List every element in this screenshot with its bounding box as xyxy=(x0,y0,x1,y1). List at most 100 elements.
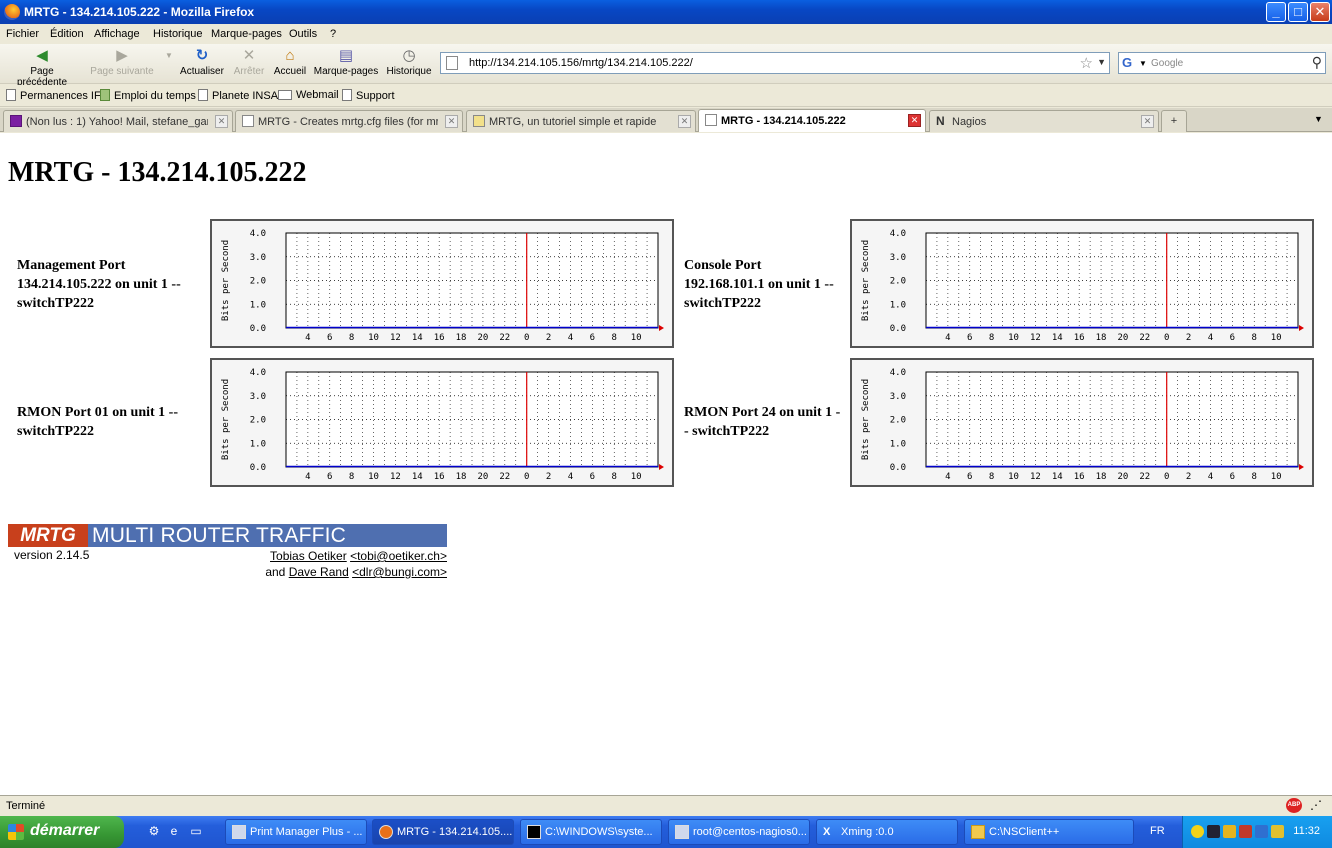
email-link-rand[interactable]: <dlr@bungi.com> xyxy=(352,565,447,579)
page-icon xyxy=(705,114,717,126)
status-text: Terminé xyxy=(6,800,46,812)
search-input[interactable]: Google xyxy=(1151,58,1183,69)
back-button[interactable]: ◀ Page précédente xyxy=(4,48,80,89)
graph-management[interactable]: 4.0 3.0 2.0 1.0 0.0 Bits per Second 4 6 8 10 12 14 1… xyxy=(210,219,674,348)
yahoo-icon xyxy=(10,115,22,127)
adblock-icon[interactable]: ABP xyxy=(1286,798,1302,813)
tab-yahoo-mail[interactable]: (Non lus : 1) Yahoo! Mail, stefane_garlu… xyxy=(3,110,233,132)
task-nsclient-folder[interactable]: C:\NSClient++ xyxy=(964,819,1134,845)
x-tick-label: 16 xyxy=(434,333,445,343)
close-tab-icon[interactable]: ✕ xyxy=(908,114,921,127)
task-xming[interactable]: X Xming :0.0 xyxy=(816,819,958,845)
menu-fichier[interactable]: Fichier xyxy=(6,28,39,40)
tray-network-icon[interactable] xyxy=(1255,825,1268,838)
history-button[interactable]: ◷ Historique xyxy=(384,48,434,78)
graph-rmon-24[interactable]: 4.0 3.0 2.0 1.0 0.0 Bits per Second 4 6 8 10 12 14 1… xyxy=(850,358,1314,487)
menu-historique[interactable]: Historique xyxy=(153,28,203,40)
tray-antivirus-icon[interactable] xyxy=(1191,825,1204,838)
x-tick-label: 6 xyxy=(590,333,595,343)
tray-security-icon[interactable] xyxy=(1271,825,1284,838)
mrtg-graph-svg: 4.0 3.0 2.0 1.0 0.0 Bits per Second 4 6 8 10 12 14 1… xyxy=(861,229,1304,343)
bookmark-star-icon[interactable]: ☆ xyxy=(1080,54,1093,72)
new-tab-button[interactable]: + xyxy=(1161,110,1187,132)
minimize-button[interactable]: _ xyxy=(1266,2,1286,22)
x-tick-label: 16 xyxy=(1074,333,1085,343)
tab-mrtg-creates[interactable]: MRTG - Creates mrtg.cfg files (for mrtg.… xyxy=(235,110,463,132)
close-tab-icon[interactable]: ✕ xyxy=(445,115,458,128)
task-putty[interactable]: root@centos-nagios0... xyxy=(668,819,810,845)
folder-icon xyxy=(971,825,985,839)
home-button[interactable]: ⌂ Accueil xyxy=(272,48,308,78)
email-link-oetiker[interactable]: <tobi@oetiker.ch> xyxy=(350,549,447,563)
start-button[interactable]: démarrer xyxy=(0,816,124,848)
window-titlebar: MRTG - 134.214.105.222 - Mozilla Firefox… xyxy=(0,0,1332,24)
quicklaunch-desktop-icon[interactable]: ▭ xyxy=(188,824,204,840)
x-tick-label: 8 xyxy=(612,333,617,343)
x-tick-label: 10 xyxy=(1008,333,1019,343)
close-tab-icon[interactable]: ✕ xyxy=(678,115,691,128)
mail-icon xyxy=(278,90,292,100)
tab-list-dropdown-icon[interactable]: ▼ xyxy=(1314,114,1323,124)
tray-app-icon[interactable] xyxy=(1239,825,1252,838)
x-tick-label: 18 xyxy=(456,472,467,482)
x-tick-label: 4 xyxy=(1208,472,1213,482)
bookmarks-icon: ▤ xyxy=(338,47,354,64)
y-tick-label: 2.0 xyxy=(250,277,266,287)
tab-mrtg-tutoriel[interactable]: MRTG, un tutoriel simple et rapide ✕ xyxy=(466,110,696,132)
y-tick-label: 1.0 xyxy=(250,300,266,310)
url-dropdown-icon[interactable]: ▼ xyxy=(1097,57,1106,67)
stop-button[interactable]: ✕ Arrêter xyxy=(230,48,268,78)
x-tick-label: 6 xyxy=(590,472,595,482)
mrtg-banner[interactable]: MRTG MULTI ROUTER TRAFFIC GRAPHER xyxy=(8,524,447,570)
quicklaunch-ie-icon[interactable]: e xyxy=(166,824,182,840)
graph-rmon-01[interactable]: 4.0 3.0 2.0 1.0 0.0 Bits per Second 4 6 8 10 12 14 1… xyxy=(210,358,674,487)
x-tick-label: 8 xyxy=(1252,333,1257,343)
search-icon[interactable]: ⚲ xyxy=(1312,54,1322,71)
task-firefox-mrtg[interactable]: MRTG - 134.214.105.... xyxy=(372,819,514,845)
x-tick-label: 8 xyxy=(349,333,354,343)
bookmark-permanences[interactable]: Permanences IF xyxy=(6,89,101,102)
maximize-button[interactable]: □ xyxy=(1288,2,1308,22)
bookmark-support[interactable]: Support xyxy=(342,89,395,102)
y-tick-label: 3.0 xyxy=(250,392,266,402)
url-text[interactable]: http://134.214.105.156/mrtg/134.214.105.… xyxy=(469,57,693,69)
close-tab-icon[interactable]: ✕ xyxy=(215,115,228,128)
reload-button[interactable]: ↻ Actualiser xyxy=(178,48,226,78)
bookmark-webmail[interactable]: Webmail xyxy=(278,89,339,101)
url-bar[interactable]: http://134.214.105.156/mrtg/134.214.105.… xyxy=(440,52,1110,74)
task-print-manager[interactable]: Print Manager Plus - ... xyxy=(225,819,367,845)
tray-x-icon[interactable] xyxy=(1207,825,1220,838)
y-axis-label: Bits per Second xyxy=(861,240,871,321)
search-bar[interactable]: G ▼ Google ⚲ xyxy=(1118,52,1326,74)
google-icon[interactable]: G xyxy=(1122,55,1138,71)
calendar-icon xyxy=(100,89,110,101)
close-tab-icon[interactable]: ✕ xyxy=(1141,115,1154,128)
task-cmd[interactable]: C:\WINDOWS\syste... xyxy=(520,819,662,845)
tab-mrtg-current[interactable]: MRTG - 134.214.105.222 ✕ xyxy=(698,109,926,132)
menu-affichage[interactable]: Affichage xyxy=(94,28,140,40)
search-engine-dropdown-icon[interactable]: ▼ xyxy=(1139,59,1147,68)
x-tick-label: 12 xyxy=(1030,333,1041,343)
forward-dropdown[interactable]: ▼ xyxy=(160,48,173,66)
graph-console[interactable]: 4.0 3.0 2.0 1.0 0.0 Bits per Second 4 6 8 10 12 14 1… xyxy=(850,219,1314,348)
x-tick-label: 20 xyxy=(1118,333,1129,343)
x-tick-label: 8 xyxy=(349,472,354,482)
bookmark-emploi-du-temps[interactable]: Emploi du temps xyxy=(100,89,196,102)
bookmark-planete-insa[interactable]: Planete INSA xyxy=(198,89,278,102)
language-indicator[interactable]: FR xyxy=(1150,825,1165,837)
author-link-rand[interactable]: Dave Rand xyxy=(289,565,349,579)
tab-nagios[interactable]: N Nagios ✕ xyxy=(929,110,1159,132)
menu-edition[interactable]: Édition xyxy=(50,28,84,40)
x-tick-label: 14 xyxy=(412,333,423,343)
menu-help[interactable]: ? xyxy=(330,28,336,40)
x-tick-label: 12 xyxy=(390,472,401,482)
bookmarks-button[interactable]: ▤ Marque-pages xyxy=(312,47,380,78)
quicklaunch-settings-icon[interactable]: ⚙ xyxy=(146,824,162,840)
tray-shield-icon[interactable] xyxy=(1223,825,1236,838)
forward-button[interactable]: ▶ Page suivante xyxy=(88,48,156,78)
close-button[interactable]: ✕ xyxy=(1310,2,1330,22)
menu-marque-pages[interactable]: Marque-pages xyxy=(211,28,282,40)
menu-outils[interactable]: Outils xyxy=(289,28,317,40)
system-tray: 11:32 xyxy=(1182,816,1332,848)
author-link-oetiker[interactable]: Tobias Oetiker xyxy=(270,549,347,563)
